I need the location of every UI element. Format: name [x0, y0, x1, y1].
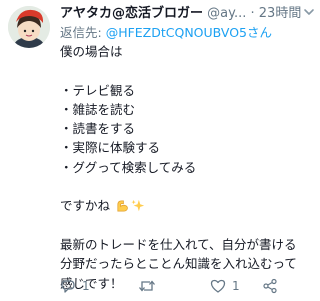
- tweet-line: 分野だったらとことん知識を入れ込むって: [60, 256, 297, 272]
- reply-icon: [60, 278, 76, 294]
- tweet-line: ・実際に体験する: [60, 140, 161, 156]
- avatar[interactable]: [8, 6, 50, 48]
- display-name[interactable]: アヤタカ@恋活ブロガー: [60, 6, 203, 21]
- separator-dot: ·: [250, 6, 255, 21]
- tweet-header: アヤタカ@恋活ブロガー @ay... · 23時間: [60, 4, 316, 24]
- tweet-line: 僕の場合は: [60, 44, 123, 59]
- user-handle[interactable]: @ay...: [207, 6, 246, 21]
- tweet-line: 最新のトレードを仕入れて、自分が書ける: [60, 236, 297, 252]
- reply-to-line: 返信先: @HFEZDtCQNOUBVO5さん: [60, 24, 316, 42]
- tweet-line: ・読書をする: [60, 121, 136, 137]
- tweet-line: ・テレビ観る: [60, 82, 136, 98]
- tweet-actions: 1 1: [60, 276, 316, 296]
- tweet-line-text: ですかね: [60, 198, 111, 214]
- retweet-button[interactable]: [138, 276, 162, 296]
- like-count: 1: [232, 279, 240, 293]
- timestamp[interactable]: 23時間: [259, 6, 302, 21]
- reply-button[interactable]: 1: [60, 276, 90, 296]
- sparkles-icon: [131, 199, 145, 218]
- tweet-line: ・ググって検索してみる: [60, 159, 197, 175]
- share-button[interactable]: [262, 276, 278, 296]
- reply-prefix: 返信先:: [60, 25, 106, 40]
- tweet-text: 僕の場合は ・テレビ観る ・雑誌を読む ・読書をする ・実際に体験する ・ググっ…: [60, 42, 318, 293]
- retweet-icon: [138, 278, 156, 294]
- flexed-biceps-icon: [115, 198, 130, 218]
- heart-icon: [210, 278, 226, 294]
- reply-handle-link[interactable]: @HFEZDtCQNOUBVO5さん: [106, 25, 272, 40]
- share-icon: [262, 278, 278, 294]
- reply-count: 1: [82, 279, 90, 293]
- like-button[interactable]: 1: [210, 276, 240, 296]
- tweet-line-with-emoji: ですかね: [60, 196, 318, 215]
- chevron-down-icon[interactable]: [302, 4, 316, 18]
- avatar-illustration: [8, 6, 50, 48]
- tweet-line: ・雑誌を読む: [60, 101, 136, 117]
